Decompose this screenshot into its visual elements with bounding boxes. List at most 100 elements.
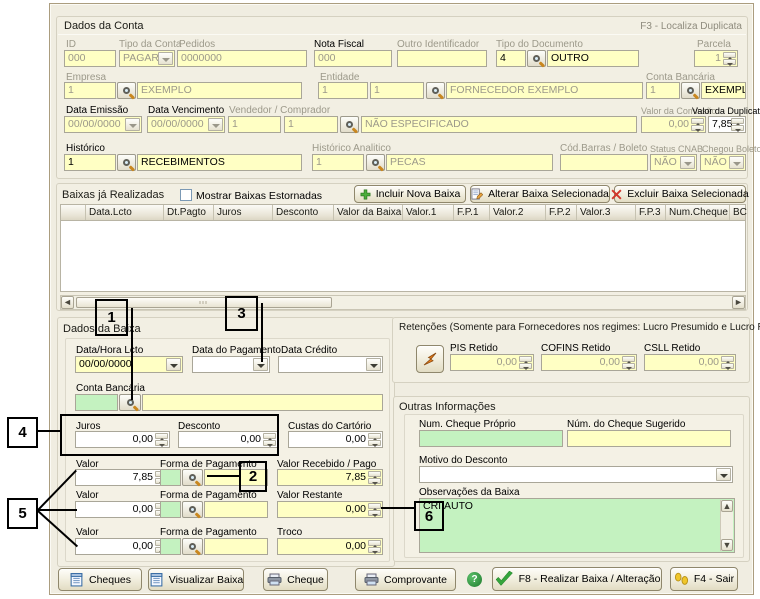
col-juros[interactable]: Juros	[214, 205, 273, 220]
scroll-up-arrow[interactable]: ▲	[721, 500, 733, 512]
chevron-down-icon[interactable]	[158, 52, 173, 65]
col-valor3[interactable]: Valor.3	[577, 205, 636, 220]
scroll-left-arrow[interactable]: ◄	[61, 296, 74, 309]
col-valor1[interactable]: Valor.1	[403, 205, 454, 220]
col-data-lcto[interactable]: Data.Lcto	[86, 205, 164, 220]
imprimir-cheque-button[interactable]: Cheque	[263, 568, 328, 591]
historico-analitico-field[interactable]: PECAS	[386, 154, 553, 171]
spinner-icon[interactable]	[368, 471, 381, 484]
vendedor-search-button[interactable]	[340, 116, 359, 133]
data-vencimento-select[interactable]: 00/00/0000	[147, 116, 225, 133]
comprovante-button[interactable]: Comprovante	[355, 568, 456, 591]
historico-field[interactable]: RECEBIMENTOS	[137, 154, 302, 171]
empresa-code-field[interactable]: 1	[64, 82, 116, 99]
forma-pagamento3-code[interactable]	[160, 538, 181, 555]
tipo-documento-field[interactable]: OUTRO	[547, 50, 639, 67]
tipo-conta-select[interactable]: PAGAR	[119, 50, 175, 67]
data-pagamento-select[interactable]	[192, 356, 270, 373]
id-field[interactable]: 000	[64, 50, 116, 67]
retencoes-apply-button[interactable]	[416, 345, 444, 373]
col-fp3[interactable]: F.P.3	[636, 205, 666, 220]
forma-pagamento3-field[interactable]	[204, 538, 268, 555]
num-cheque-sugerido-field[interactable]	[567, 430, 731, 447]
col-num-cheque[interactable]: Num.Cheque	[666, 205, 730, 220]
tipo-documento-search-button[interactable]	[527, 50, 546, 67]
chevron-down-icon[interactable]	[208, 118, 223, 131]
historico-analitico-code-field[interactable]: 1	[312, 154, 364, 171]
status-cnab-select[interactable]: NÃO	[650, 154, 697, 171]
alterar-baixa-button[interactable]: Alterar Baixa Selecionada	[470, 185, 610, 203]
chegou-boleto-select[interactable]: NÃO	[700, 154, 746, 171]
data-emissao-select[interactable]: 00/00/0000	[64, 116, 142, 133]
parcela-stepper[interactable]: 1	[694, 50, 738, 67]
col-bc[interactable]: BC.	[730, 205, 747, 220]
spinner-icon[interactable]	[691, 118, 704, 131]
forma-pagamento1-search-button[interactable]	[182, 469, 203, 486]
valor3-stepper[interactable]: 0,00	[75, 538, 170, 555]
baixas-table-hscrollbar[interactable]: ◄ ►	[60, 295, 746, 310]
valor-recebido-stepper[interactable]: 7,85	[277, 469, 383, 486]
conta-bancaria-field[interactable]: EXEMPLO	[701, 82, 746, 99]
spinner-icon[interactable]	[368, 433, 381, 446]
col-dt-pagto[interactable]: Dt.Pagto	[164, 205, 214, 220]
chevron-down-icon[interactable]	[716, 468, 731, 481]
observacoes-textarea[interactable]: CRI.AUTO ▲ ▼	[419, 498, 735, 553]
conta-bancaria-baixa-search-button[interactable]	[119, 394, 141, 411]
empresa-search-button[interactable]	[117, 82, 136, 99]
conta-bancaria-baixa-code[interactable]	[75, 394, 118, 411]
pedidos-field[interactable]: 0000000	[177, 50, 307, 67]
pis-retido-stepper[interactable]: 0,00	[450, 354, 534, 371]
historico-code-field[interactable]: 1	[64, 154, 116, 171]
vendedor-field[interactable]: NÃO ESPECIFICADO	[361, 116, 637, 133]
conta-bancaria-search-button[interactable]	[681, 82, 700, 99]
col-fp2[interactable]: F.P.2	[546, 205, 577, 220]
custas-cartorio-stepper[interactable]: 0,00	[288, 431, 383, 448]
col-valor-baixa[interactable]: Valor da Baixa	[334, 205, 403, 220]
empresa-field[interactable]: EXEMPLO	[137, 82, 302, 99]
motivo-desconto-select[interactable]	[419, 466, 733, 483]
spinner-icon[interactable]	[368, 540, 381, 553]
valor-duplicata-stepper[interactable]: 7,85	[708, 116, 746, 133]
sair-button[interactable]: F4 - Sair	[670, 567, 738, 591]
troco-stepper[interactable]: 0,00	[277, 538, 383, 555]
cod-barras-field[interactable]	[560, 154, 648, 171]
forma-pagamento1-code[interactable]	[160, 469, 181, 486]
baixas-table-body[interactable]	[60, 221, 746, 292]
cheques-button[interactable]: Cheques	[58, 568, 142, 591]
mostrar-estornadas-checkbox[interactable]	[180, 189, 192, 201]
chevron-down-icon[interactable]	[166, 358, 181, 371]
forma-pagamento2-code[interactable]	[160, 501, 181, 518]
tipo-documento-code-field[interactable]: 4	[496, 50, 526, 67]
vendedor-code1-field[interactable]: 1	[228, 116, 281, 133]
historico-search-button[interactable]	[117, 154, 136, 171]
conta-bancaria-code-field[interactable]: 1	[646, 82, 680, 99]
num-cheque-proprio-field[interactable]	[419, 430, 563, 447]
chevron-down-icon[interactable]	[125, 118, 140, 131]
cofins-retido-stepper[interactable]: 0,00	[541, 354, 637, 371]
incluir-nova-baixa-button[interactable]: Incluir Nova Baixa	[354, 185, 466, 203]
entidade-code1-field[interactable]: 1	[318, 82, 368, 99]
forma-pagamento3-search-button[interactable]	[182, 538, 203, 555]
chevron-down-icon[interactable]	[680, 156, 695, 169]
valor-comissao-stepper[interactable]: 0,00	[641, 116, 706, 133]
entidade-search-button[interactable]	[426, 82, 445, 99]
chevron-down-icon[interactable]	[729, 156, 744, 169]
scroll-right-arrow[interactable]: ►	[732, 296, 745, 309]
nota-fiscal-field[interactable]: 000	[314, 50, 392, 67]
csll-retido-stepper[interactable]: 0,00	[644, 354, 736, 371]
forma-pagamento2-field[interactable]	[204, 501, 268, 518]
forma-pagamento2-search-button[interactable]	[182, 501, 203, 518]
realizar-baixa-button[interactable]: F8 - Realizar Baixa / Alteração	[492, 567, 662, 591]
vendedor-code2-field[interactable]: 1	[284, 116, 338, 133]
spinner-icon[interactable]	[731, 118, 744, 131]
chevron-down-icon[interactable]	[366, 358, 381, 371]
data-credito-select[interactable]	[278, 356, 383, 373]
entidade-code2-field[interactable]: 1	[370, 82, 424, 99]
valor2-stepper[interactable]: 0,00	[75, 501, 170, 518]
data-hora-lcto-select[interactable]: 00/00/0000	[75, 356, 183, 373]
valor1-stepper[interactable]: 7,85	[75, 469, 170, 486]
outro-identificador-field[interactable]	[397, 50, 487, 67]
spinner-icon[interactable]	[723, 52, 736, 65]
col-selector[interactable]	[61, 205, 86, 220]
col-desconto[interactable]: Desconto	[273, 205, 334, 220]
